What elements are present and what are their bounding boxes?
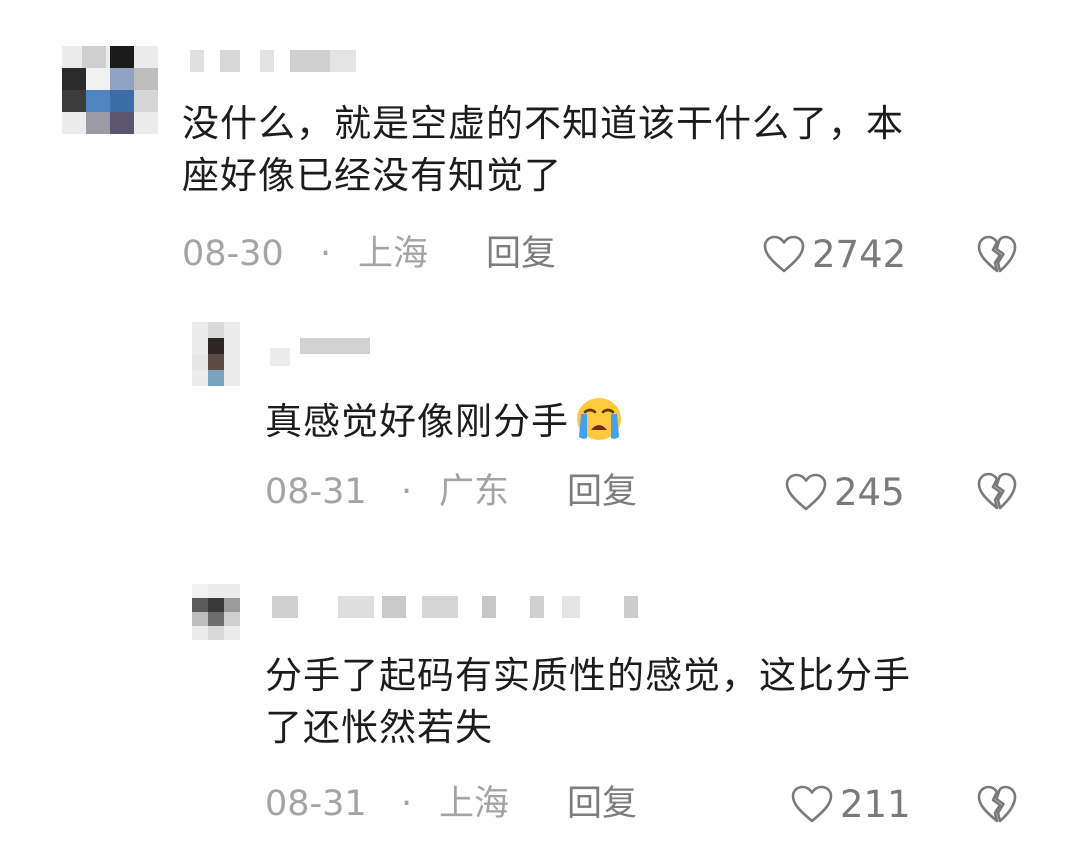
like-button[interactable]: 245 <box>784 468 905 516</box>
avatar-pixel <box>208 626 224 640</box>
avatar-pixel <box>208 370 224 386</box>
comment-text-line: 座好像已经没有知觉了 <box>182 154 562 197</box>
username[interactable] <box>190 50 370 72</box>
username[interactable] <box>270 338 380 366</box>
comment-date: 08-31 <box>265 472 367 512</box>
like-count: 245 <box>834 470 905 514</box>
comment-1: 没什么，就是空虚的不知道该干什么了，本 座好像已经没有知觉了 08-30 · 上… <box>0 0 1079 300</box>
avatar-pixel <box>224 612 240 626</box>
comment-text: 分手了起码有实质性的感觉，这比分手 了还怅然若失 <box>265 650 1045 754</box>
avatar-pixel <box>224 598 240 612</box>
avatar-pixel <box>208 598 224 612</box>
comment-text: 真感觉好像刚分手 <box>265 394 1025 448</box>
avatar-pixel <box>192 598 208 612</box>
meta-separator: · <box>401 472 413 512</box>
avatar-pixel <box>110 46 134 68</box>
avatar-pixel <box>86 112 110 134</box>
avatar-pixel <box>134 90 158 112</box>
comment-location: 广东 <box>439 472 510 512</box>
heart-outline-icon <box>791 785 833 823</box>
comment-location: 上海 <box>439 784 510 824</box>
comment-text-line: 真感觉好像刚分手 <box>265 394 1025 448</box>
like-button[interactable]: 211 <box>790 780 911 828</box>
reply-button[interactable]: 回复 <box>567 780 637 828</box>
comment-text-line: 了还怅然若失 <box>265 706 493 749</box>
like-count: 211 <box>840 782 911 826</box>
meta-separator: · <box>320 234 332 274</box>
avatar-pixel <box>192 584 208 598</box>
comment-text-content: 真感觉好像刚分手 <box>265 400 569 443</box>
like-button[interactable]: 2742 <box>762 230 906 278</box>
comment-3: 分手了起码有实质性的感觉，这比分手 了还怅然若失 08-31 · 上海 回复 2… <box>0 570 1079 842</box>
loudly-crying-face-emoji <box>577 398 621 440</box>
avatar-pixel <box>134 68 158 90</box>
reply-button[interactable]: 回复 <box>486 230 556 278</box>
like-count: 2742 <box>812 232 907 276</box>
avatar-pixel <box>110 68 134 90</box>
comment-text-line: 没什么，就是空虚的不知道该干什么了，本 <box>182 102 904 145</box>
comment-meta: 08-30 · 上海 回复 <box>182 230 602 278</box>
comment-2: 真感觉好像刚分手 08-31 · 广东 回复 245 <box>0 300 1079 570</box>
avatar[interactable] <box>192 584 240 640</box>
broken-heart-icon[interactable] <box>976 470 1018 512</box>
broken-heart-icon[interactable] <box>976 783 1018 825</box>
avatar-pixel <box>110 112 134 134</box>
avatar-pixel <box>208 612 224 626</box>
avatar[interactable] <box>62 46 158 134</box>
comment-location: 上海 <box>358 234 429 274</box>
avatar-pixel <box>82 46 106 68</box>
heart-outline-icon <box>785 473 827 511</box>
avatar-pixel <box>208 338 224 354</box>
username[interactable] <box>272 596 652 618</box>
avatar-pixel <box>208 322 224 338</box>
avatar-pixel <box>192 354 208 370</box>
avatar-pixel <box>62 68 86 90</box>
avatar-pixel <box>192 612 208 626</box>
comment-text-line: 分手了起码有实质性的感觉，这比分手 <box>265 654 911 697</box>
avatar[interactable] <box>192 322 240 386</box>
comment-date: 08-30 <box>182 234 284 274</box>
avatar-pixel <box>86 90 110 112</box>
comment-date: 08-31 <box>265 784 367 824</box>
avatar-pixel <box>62 90 86 112</box>
avatar-pixel <box>86 68 110 90</box>
comment-meta: 08-31 · 上海 回复 <box>265 780 685 828</box>
comment-text: 没什么，就是空虚的不知道该干什么了，本 座好像已经没有知觉了 <box>182 98 1042 202</box>
meta-separator: · <box>401 784 413 824</box>
broken-heart-icon[interactable] <box>976 233 1018 275</box>
avatar-pixel <box>208 354 224 370</box>
comment-meta: 08-31 · 广东 回复 <box>265 468 685 516</box>
reply-button[interactable]: 回复 <box>567 468 637 516</box>
heart-outline-icon <box>763 235 805 273</box>
avatar-pixel <box>110 90 134 112</box>
